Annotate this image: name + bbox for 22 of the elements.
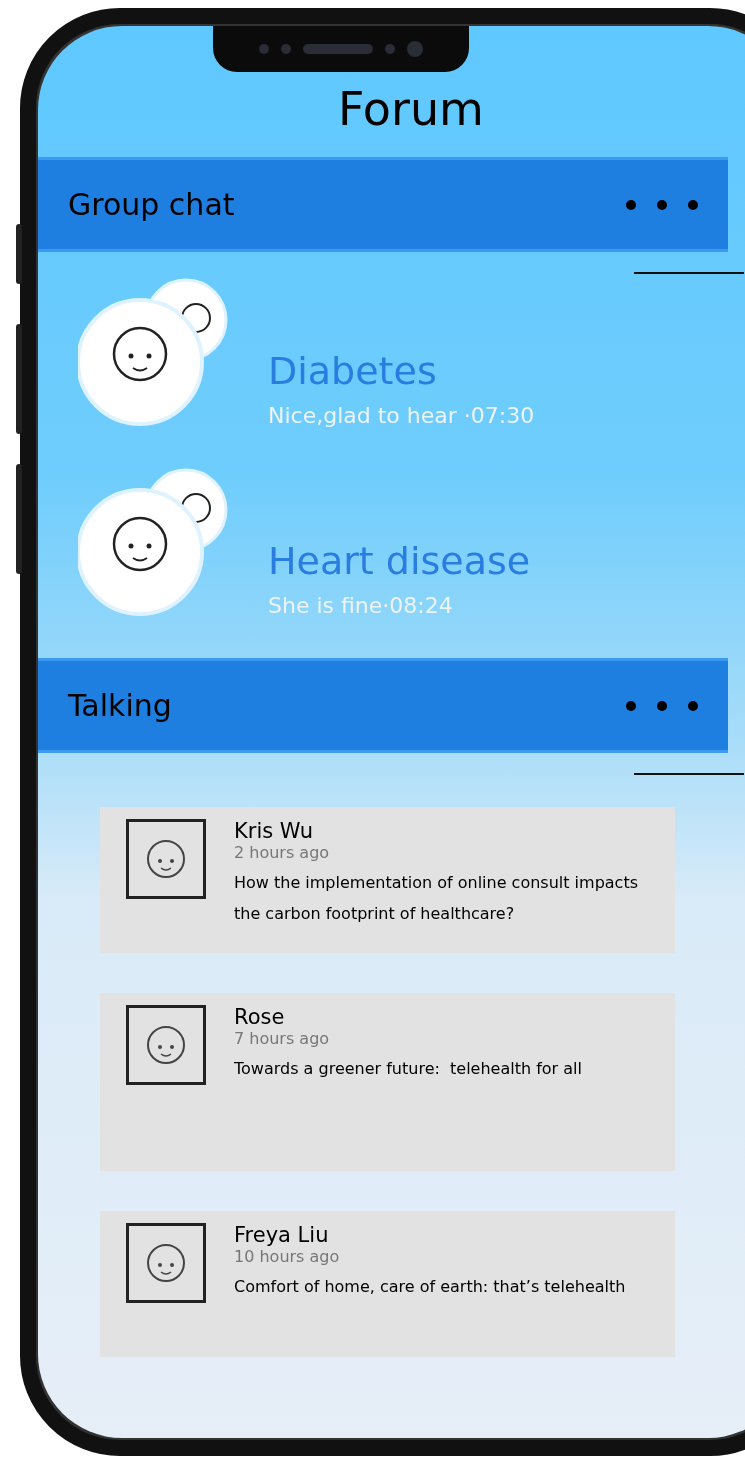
post-card[interactable]: Freya Liu 10 hours ago Comfort of home, care of earth: that’s telehealth (100, 1211, 675, 1358)
author-name: Freya Liu (234, 1223, 330, 1248)
section-title: Group chat (68, 187, 235, 223)
post-card[interactable]: Rose 7 hours ago Towards a greener future: telehealth for all (100, 993, 675, 1172)
post-text: Comfort of home, care of earth: that’s telehealth (234, 1276, 626, 1299)
post-time: 7 hours ago (234, 1029, 331, 1049)
author-name: Rose (234, 1005, 286, 1030)
author-name: Kris Wu (234, 819, 315, 844)
more-icon[interactable] (624, 197, 700, 212)
post-card[interactable]: Kris Wu 2 hours ago How the implementation of online consult impacts the carbon footprint of healthcare? (100, 807, 675, 954)
user-avatar-icon (126, 1005, 206, 1086)
section-title: Talking (68, 688, 172, 724)
more-icon[interactable] (624, 698, 700, 713)
user-avatar-icon (126, 819, 206, 900)
post-time: 2 hours ago (234, 843, 331, 863)
user-avatar-icon (126, 1223, 206, 1304)
post-time: 10 hours ago (234, 1247, 341, 1267)
last-message: She is fine·08:24 (268, 592, 454, 618)
last-message: Nice,glad to hear ·07:30 (268, 402, 535, 428)
post-text: How the implementation of online consult impacts the carbon footprint of healthcare? (234, 872, 639, 925)
post-text: Towards a greener future: telehealth for all (234, 1058, 582, 1081)
page-title: Forum (338, 82, 484, 138)
